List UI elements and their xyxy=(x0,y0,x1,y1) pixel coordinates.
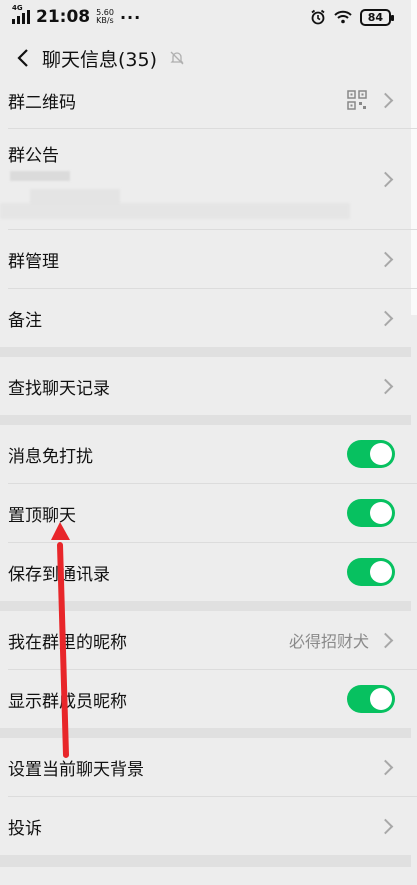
chevron-right-icon xyxy=(377,92,394,108)
row-label-remark: 备注 xyxy=(8,310,42,331)
battery-indicator: 84 xyxy=(359,8,395,26)
row-group-notice[interactable]: 群公告 xyxy=(0,129,411,229)
section-gap xyxy=(0,415,411,425)
qrcode-icon xyxy=(347,90,367,110)
chevron-right-icon xyxy=(377,818,394,834)
row-label-nickname: 我在群里的昵称 xyxy=(8,632,127,653)
show-names-toggle[interactable] xyxy=(347,685,395,713)
nickname-value: 必得招财犬 xyxy=(288,632,369,651)
row-label-mute: 消息免打扰 xyxy=(8,446,93,467)
section-gap xyxy=(0,728,411,738)
more-notifications-icon: ··· xyxy=(119,7,142,27)
alarm-icon xyxy=(311,9,325,25)
row-search-history[interactable]: 查找聊天记录 xyxy=(0,357,411,415)
row-label-complain: 投诉 xyxy=(8,818,42,839)
row-label-background: 设置当前聊天背景 xyxy=(8,759,144,780)
chevron-left-icon xyxy=(17,49,28,67)
row-chat-background[interactable]: 设置当前聊天背景 xyxy=(0,738,411,796)
row-label-search-history: 查找聊天记录 xyxy=(8,378,110,399)
page-edge xyxy=(411,0,417,315)
mute-bell-icon xyxy=(169,50,185,66)
row-group-manage[interactable]: 群管理 xyxy=(0,230,411,288)
blurred-notice-content xyxy=(10,171,70,181)
row-group-qrcode[interactable]: 群二维码 xyxy=(0,72,411,128)
row-label-show-names: 显示群成员昵称 xyxy=(8,691,127,712)
network-type: 4G xyxy=(12,4,23,12)
section-gap xyxy=(0,347,411,357)
row-complain[interactable]: 投诉 xyxy=(0,797,411,855)
blurred-notice-content xyxy=(0,203,350,219)
section-gap xyxy=(0,855,411,867)
row-label-save: 保存到通讯录 xyxy=(8,564,110,585)
chevron-right-icon xyxy=(377,632,394,648)
save-toggle[interactable] xyxy=(347,558,395,586)
section-gap xyxy=(0,601,411,611)
cellular-signal-icon: 4G xyxy=(12,4,30,24)
row-label-manage: 群管理 xyxy=(8,251,59,272)
pin-toggle[interactable] xyxy=(347,499,395,527)
chevron-right-icon xyxy=(377,171,394,187)
wifi-icon xyxy=(333,10,352,24)
network-speed: 5.60 KB/s xyxy=(96,9,114,25)
status-bar: 4G 21:08 5.60 KB/s ··· 84 xyxy=(0,0,417,34)
network-speed-unit: KB/s xyxy=(96,16,114,25)
clock: 21:08 xyxy=(36,7,91,27)
row-show-member-names: 显示群成员昵称 xyxy=(0,670,411,728)
page-title: 聊天信息(35) xyxy=(42,48,158,71)
chevron-right-icon xyxy=(377,759,394,775)
row-label-qrcode: 群二维码 xyxy=(8,92,76,113)
chevron-right-icon xyxy=(377,378,394,394)
chevron-right-icon xyxy=(377,251,394,267)
row-mute-notifications: 消息免打扰 xyxy=(0,425,411,483)
row-next-partial xyxy=(0,867,411,885)
row-pin-chat: 置顶聊天 xyxy=(0,484,411,542)
row-remark[interactable]: 备注 xyxy=(0,289,411,347)
mute-toggle[interactable] xyxy=(347,440,395,468)
chevron-right-icon xyxy=(377,310,394,326)
row-label-pin: 置顶聊天 xyxy=(8,505,76,526)
row-my-nickname[interactable]: 我在群里的昵称 必得招财犬 xyxy=(0,611,411,669)
row-save-to-contacts: 保存到通讯录 xyxy=(0,543,411,601)
row-label-notice: 群公告 xyxy=(8,146,59,166)
